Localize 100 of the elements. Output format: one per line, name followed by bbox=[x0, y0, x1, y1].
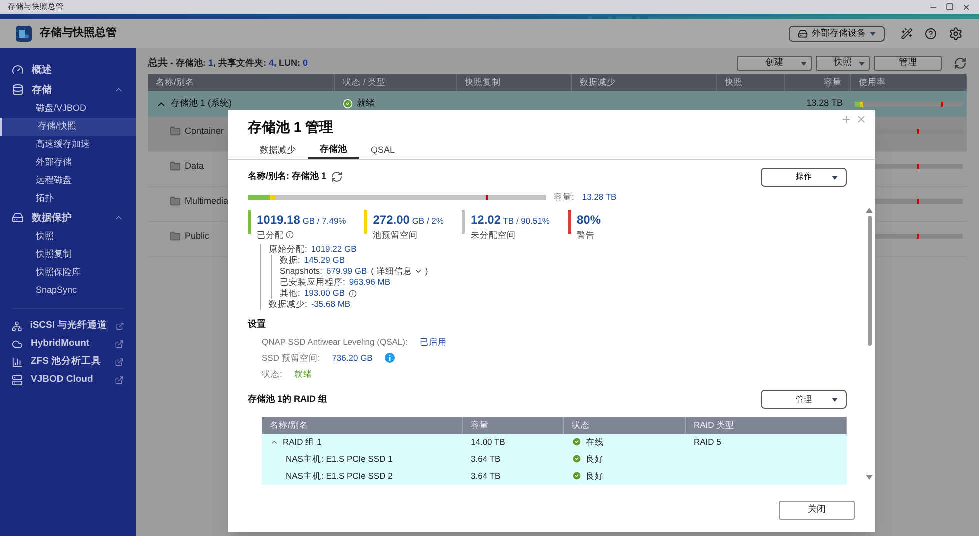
setting-label: SSD 预留空间: bbox=[262, 352, 320, 365]
sidebar-item[interactable]: 高速缓存加速 bbox=[0, 136, 136, 154]
caret-icon bbox=[870, 32, 876, 36]
pool-name: 存储池 1 (系统) bbox=[171, 97, 232, 110]
table-cell-text: RAID 5 bbox=[693, 436, 722, 449]
stat-label: 警告 bbox=[577, 230, 595, 240]
caret-icon bbox=[801, 62, 807, 66]
table-cell-text: 14.00 TB bbox=[470, 436, 506, 449]
toolbar-button[interactable]: 创建 bbox=[737, 56, 812, 70]
external-storage-button[interactable]: 外部存储设备 bbox=[789, 26, 885, 42]
server-icon bbox=[12, 374, 23, 386]
breakdown-label: Snapshots: bbox=[280, 266, 323, 278]
sidebar-link[interactable]: VJBOD Cloud bbox=[0, 371, 136, 389]
folder-icon bbox=[170, 196, 181, 208]
settings-icon[interactable] bbox=[949, 26, 963, 40]
sidebar-item[interactable]: 快照保险库 bbox=[0, 264, 136, 282]
sidebar-link[interactable]: ZFS 池分析工具 bbox=[0, 353, 136, 371]
drive-icon bbox=[798, 28, 808, 38]
pool-name-label: 名称/别名: 存储池 1 bbox=[248, 170, 327, 184]
raid-name: RAID 组 1 bbox=[283, 436, 322, 449]
status-text: 在线 bbox=[586, 436, 604, 449]
setting-value: 就绪 bbox=[294, 368, 312, 381]
info-icon[interactable] bbox=[286, 231, 294, 240]
database-icon bbox=[12, 84, 24, 96]
app-logo-icon bbox=[16, 26, 32, 42]
folder-icon bbox=[170, 161, 181, 172]
breakdown-value: 963.96 MB bbox=[349, 277, 390, 288]
sidebar-item[interactable]: 快照 bbox=[0, 228, 136, 246]
folder-name: Public bbox=[185, 230, 210, 243]
maximize-icon[interactable] bbox=[946, 2, 954, 10]
table-cell-text: 3.64 TB bbox=[470, 470, 502, 483]
status-text: 良好 bbox=[586, 470, 604, 483]
sidebar-link[interactable]: HybridMount bbox=[0, 335, 136, 353]
drive-icon bbox=[12, 212, 24, 224]
folder-name: Data bbox=[185, 160, 204, 173]
caret-icon bbox=[859, 62, 865, 66]
dialog-title: 存储池 1 管理 bbox=[248, 118, 334, 137]
summary-text: 总共 - 存储池: 1, 共享文件夹: 4, LUN: 0 bbox=[148, 56, 310, 70]
breakdown-value: 679.99 GB bbox=[326, 266, 368, 278]
breakdown-value: 193.00 GB bbox=[304, 288, 346, 300]
refresh-icon[interactable] bbox=[330, 171, 343, 183]
folder-icon bbox=[170, 126, 181, 138]
setting-value: 已启用 bbox=[420, 336, 447, 349]
breakdown-value: 145.29 GB bbox=[304, 255, 346, 266]
breakdown-value: 1019.22 GB bbox=[311, 244, 357, 256]
setting-label: 状态: bbox=[262, 368, 282, 381]
breakdown-label: 数据减少: bbox=[269, 299, 308, 310]
manage-button[interactable]: 管理 bbox=[761, 390, 847, 410]
network-icon bbox=[12, 320, 22, 332]
scroll-up-icon[interactable] bbox=[866, 208, 873, 213]
stat-value: 1019.18 GB / 7.49% bbox=[257, 212, 346, 229]
capacity-label: 容量: bbox=[554, 191, 574, 204]
external-link-icon bbox=[115, 376, 124, 384]
toolbar-button[interactable]: 管理 bbox=[874, 56, 942, 70]
close-icon[interactable] bbox=[962, 2, 971, 12]
sidebar-item[interactable]: 磁盘/VJBOD bbox=[0, 100, 136, 118]
sidebar-item[interactable]: SnapSync bbox=[0, 282, 136, 300]
disk-name: NAS主机: E1.S PCIe SSD 2 bbox=[285, 470, 394, 483]
external-link-icon bbox=[115, 340, 124, 348]
close-button[interactable]: 关闭 bbox=[779, 500, 855, 520]
toolbar-button[interactable]: 快照 bbox=[816, 56, 870, 70]
stat-value: 12.02 TB / 90.51% bbox=[470, 212, 550, 229]
breakdown-value: -35.68 MB bbox=[311, 299, 351, 310]
cloud-icon bbox=[12, 338, 23, 350]
disk-name: NAS主机: E1.S PCIe SSD 1 bbox=[285, 453, 394, 466]
tab[interactable]: 存储池 bbox=[308, 143, 359, 159]
external-link-icon bbox=[116, 322, 124, 330]
chart-icon bbox=[12, 356, 23, 368]
capacity-text: 13.28 TB bbox=[806, 98, 843, 108]
sidebar-item[interactable]: 远程磁盘 bbox=[0, 172, 136, 190]
check-icon bbox=[572, 437, 582, 448]
details-link[interactable]: ( 详细信息 bbox=[371, 266, 412, 278]
sidebar-item[interactable]: 存储 bbox=[0, 80, 136, 100]
scrollbar[interactable] bbox=[866, 208, 873, 480]
info-icon[interactable] bbox=[349, 290, 358, 298]
action-button[interactable]: 操作 bbox=[761, 168, 847, 186]
sidebar-item[interactable]: 存储/快照 bbox=[0, 118, 136, 136]
check-icon bbox=[572, 471, 582, 482]
sidebar-item[interactable]: 拓扑 bbox=[0, 190, 136, 208]
section-title: 设置 bbox=[248, 318, 267, 332]
refresh-icon[interactable] bbox=[954, 56, 967, 70]
breakdown-label: 数据: bbox=[280, 255, 300, 266]
setting-value: 736.20 GB bbox=[332, 352, 373, 365]
status-text: 良好 bbox=[586, 453, 604, 466]
sidebar-item[interactable]: 快照复制 bbox=[0, 246, 136, 264]
gauge-icon bbox=[12, 64, 24, 76]
tab[interactable]: QSAL bbox=[359, 143, 408, 159]
stat-label: 已分配 bbox=[257, 230, 284, 240]
tab[interactable]: 数据减少 bbox=[248, 143, 308, 159]
sidebar-item[interactable]: 数据保护 bbox=[0, 208, 136, 228]
check-icon bbox=[572, 454, 582, 464]
breakdown-label: 其他: bbox=[280, 288, 300, 300]
sidebar-item[interactable]: 概述 bbox=[0, 60, 136, 80]
sidebar-item[interactable]: 外部存储 bbox=[0, 154, 136, 172]
external-link-icon bbox=[115, 358, 124, 366]
wand-icon[interactable] bbox=[901, 28, 913, 40]
scroll-down-icon[interactable] bbox=[866, 475, 873, 480]
help-icon[interactable] bbox=[925, 28, 937, 40]
folder-name: Multimedia bbox=[185, 195, 229, 208]
sidebar-link[interactable]: iSCSI 与光纤通道 bbox=[0, 317, 136, 335]
